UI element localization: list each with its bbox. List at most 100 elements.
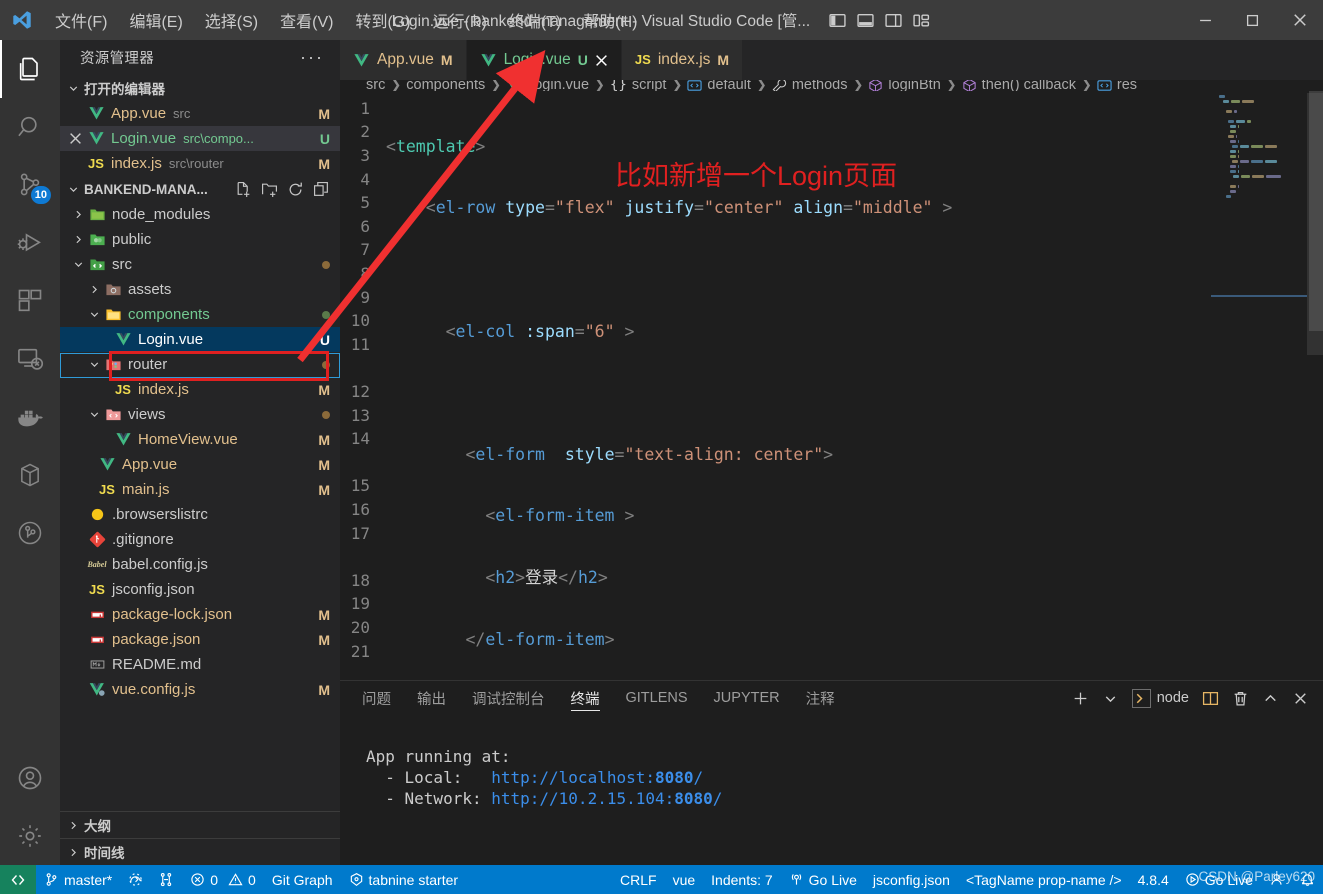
tree-row-views[interactable]: views — [60, 402, 340, 427]
breadcrumb-then-callback[interactable]: then() callback — [962, 80, 1076, 91]
breadcrumb-components[interactable]: components — [406, 80, 485, 91]
tree-row-main-js[interactable]: JS main.js M — [60, 477, 340, 502]
activity-docker[interactable] — [0, 388, 60, 446]
new-terminal-icon[interactable] — [1072, 690, 1089, 707]
breadcrumb-src[interactable]: src — [366, 80, 385, 91]
open-editor-app-vue[interactable]: App.vue src M — [60, 101, 340, 126]
terminal-shell-selector[interactable]: node — [1131, 688, 1189, 708]
terminal-network-port[interactable]: 8080 — [674, 789, 713, 808]
scrollbar-thumb[interactable] — [1309, 90, 1323, 331]
activity-database[interactable] — [0, 446, 60, 504]
status-go-live-secondary[interactable]: Go Live — [1177, 865, 1261, 894]
breadcrumb-methods[interactable]: methods — [772, 80, 847, 91]
trash-icon[interactable] — [1232, 690, 1249, 707]
tab-login-vue[interactable]: Login.vue U — [466, 40, 622, 80]
menu-file[interactable]: 文件(F) — [44, 4, 118, 36]
status-branch-compare[interactable] — [151, 865, 182, 894]
tree-row-src[interactable]: src — [60, 252, 340, 277]
timeline-panel-header[interactable]: 时间线 — [60, 838, 340, 865]
toggle-primary-sidebar-icon[interactable] — [828, 12, 847, 29]
tab-app-vue[interactable]: App.vue M — [340, 40, 467, 80]
split-terminal-icon[interactable] — [1202, 690, 1219, 707]
activity-explorer[interactable] — [0, 40, 60, 98]
tree-row-assets[interactable]: assets — [60, 277, 340, 302]
status-version[interactable]: 4.8.4 — [1130, 865, 1177, 894]
activity-remote-explorer[interactable] — [0, 330, 60, 388]
panel-tab-jupyter[interactable]: JUPYTER — [714, 681, 780, 715]
new-file-icon[interactable] — [235, 181, 252, 198]
menu-view[interactable]: 查看(V) — [269, 4, 344, 36]
remote-indicator[interactable] — [0, 865, 36, 894]
tree-row-package-json[interactable]: package.json M — [60, 627, 340, 652]
tree-row-public[interactable]: public — [60, 227, 340, 252]
tree-row-components[interactable]: components — [60, 302, 340, 327]
activity-accounts[interactable] — [0, 749, 60, 807]
status-language-mode[interactable]: vue — [665, 865, 704, 894]
open-editors-header[interactable]: 打开的编辑器 — [60, 75, 340, 101]
status-go-live-primary[interactable]: Go Live — [781, 865, 865, 894]
maximize-button[interactable] — [1229, 0, 1276, 40]
status-notifications[interactable] — [1292, 865, 1323, 894]
status-eol[interactable]: CRLF — [612, 865, 665, 894]
menu-terminal[interactable]: 终端(T) — [498, 4, 572, 36]
activity-settings-gear-icon[interactable] — [0, 807, 60, 865]
customize-layout-icon[interactable] — [912, 12, 931, 29]
tab-close-icon[interactable] — [595, 54, 608, 67]
code-editor[interactable]: 1 2 3 4 5 6 7 8 9 10 11 12 13 14 15 16 1… — [340, 90, 1323, 680]
close-button[interactable] — [1276, 0, 1323, 40]
open-editor-login-vue[interactable]: Login.vue src\compo... U — [60, 126, 340, 151]
code-content-area[interactable]: 1 2 3 4 5 6 7 8 9 10 11 12 13 14 15 16 1… — [340, 91, 1211, 680]
collapse-all-icon[interactable] — [313, 181, 330, 198]
breadcrumb-default[interactable]: default — [687, 80, 751, 91]
toggle-secondary-sidebar-icon[interactable] — [884, 12, 903, 29]
outline-panel-header[interactable]: 大纲 — [60, 811, 340, 838]
tree-row-router[interactable]: router — [60, 352, 340, 377]
tree-row-package-lock-json[interactable]: package-lock.json M — [60, 602, 340, 627]
breadcrumb-loginbtn[interactable]: loginBtn — [868, 80, 941, 91]
activity-extensions[interactable] — [0, 272, 60, 330]
tree-row-homeview-vue[interactable]: HomeView.vue M — [60, 427, 340, 452]
tree-row-index-js[interactable]: JS index.js M — [60, 377, 340, 402]
status-sync[interactable] — [120, 865, 151, 894]
tree-row-vue-config-js[interactable]: vue.config.js M — [60, 677, 340, 702]
sidebar-more-actions-icon[interactable]: ··· — [300, 47, 330, 68]
minimap[interactable] — [1211, 90, 1323, 680]
activity-source-control[interactable]: 10 — [0, 156, 60, 214]
status-git-branch[interactable]: master* — [36, 865, 120, 894]
menu-run[interactable]: 运行(R) — [422, 4, 498, 36]
menu-selection[interactable]: 选择(S) — [194, 4, 269, 36]
panel-tab-output[interactable]: 输出 — [417, 681, 446, 715]
panel-tab-terminal[interactable]: 终端 — [570, 681, 600, 715]
activity-run-debug[interactable] — [0, 214, 60, 272]
terminal-output[interactable]: App running at: - Local: http://localhos… — [340, 715, 1323, 865]
breadcrumb-login-vue[interactable]: Login.vue — [506, 80, 589, 91]
close-icon[interactable] — [65, 132, 85, 145]
status-account[interactable] — [1261, 865, 1292, 894]
chevron-down-icon[interactable] — [1102, 690, 1119, 707]
tab-index-js[interactable]: JS index.js M — [621, 40, 744, 80]
activity-search[interactable] — [0, 98, 60, 156]
new-folder-icon[interactable] — [261, 181, 278, 198]
panel-tab-debug-console[interactable]: 调试控制台 — [472, 681, 545, 715]
terminal-local-url[interactable]: http://localhost: — [491, 768, 655, 787]
tree-row-babel-config[interactable]: Babel babel.config.js — [60, 552, 340, 577]
terminal-local-port[interactable]: 8080 — [655, 768, 694, 787]
panel-tab-comments[interactable]: 注释 — [806, 681, 835, 715]
tree-row-jsconfig-json[interactable]: JS jsconfig.json — [60, 577, 340, 602]
toggle-panel-icon[interactable] — [856, 12, 875, 29]
open-editor-index-js[interactable]: JS index.js src\router M — [60, 151, 340, 176]
terminal-network-url[interactable]: http://10.2.15.104: — [491, 789, 674, 808]
tree-row-browserslistrc[interactable]: .browserslistrc — [60, 502, 340, 527]
status-jsconfig[interactable]: jsconfig.json — [865, 865, 958, 894]
status-errors-warnings[interactable]: 0 0 — [182, 865, 264, 894]
close-panel-icon[interactable] — [1292, 690, 1309, 707]
tree-row-app-vue[interactable]: App.vue M — [60, 452, 340, 477]
activity-gitlens[interactable] — [0, 504, 60, 562]
project-root-header[interactable]: BANKEND-MANA... — [60, 176, 340, 202]
maximize-panel-icon[interactable] — [1262, 690, 1279, 707]
menu-go[interactable]: 转到(G) — [344, 4, 421, 36]
tree-row-gitignore[interactable]: .gitignore — [60, 527, 340, 552]
status-indentation[interactable]: Indents: 7 — [703, 865, 781, 894]
tree-row-readme-md[interactable]: README.md — [60, 652, 340, 677]
status-git-graph[interactable]: Git Graph — [264, 865, 341, 894]
